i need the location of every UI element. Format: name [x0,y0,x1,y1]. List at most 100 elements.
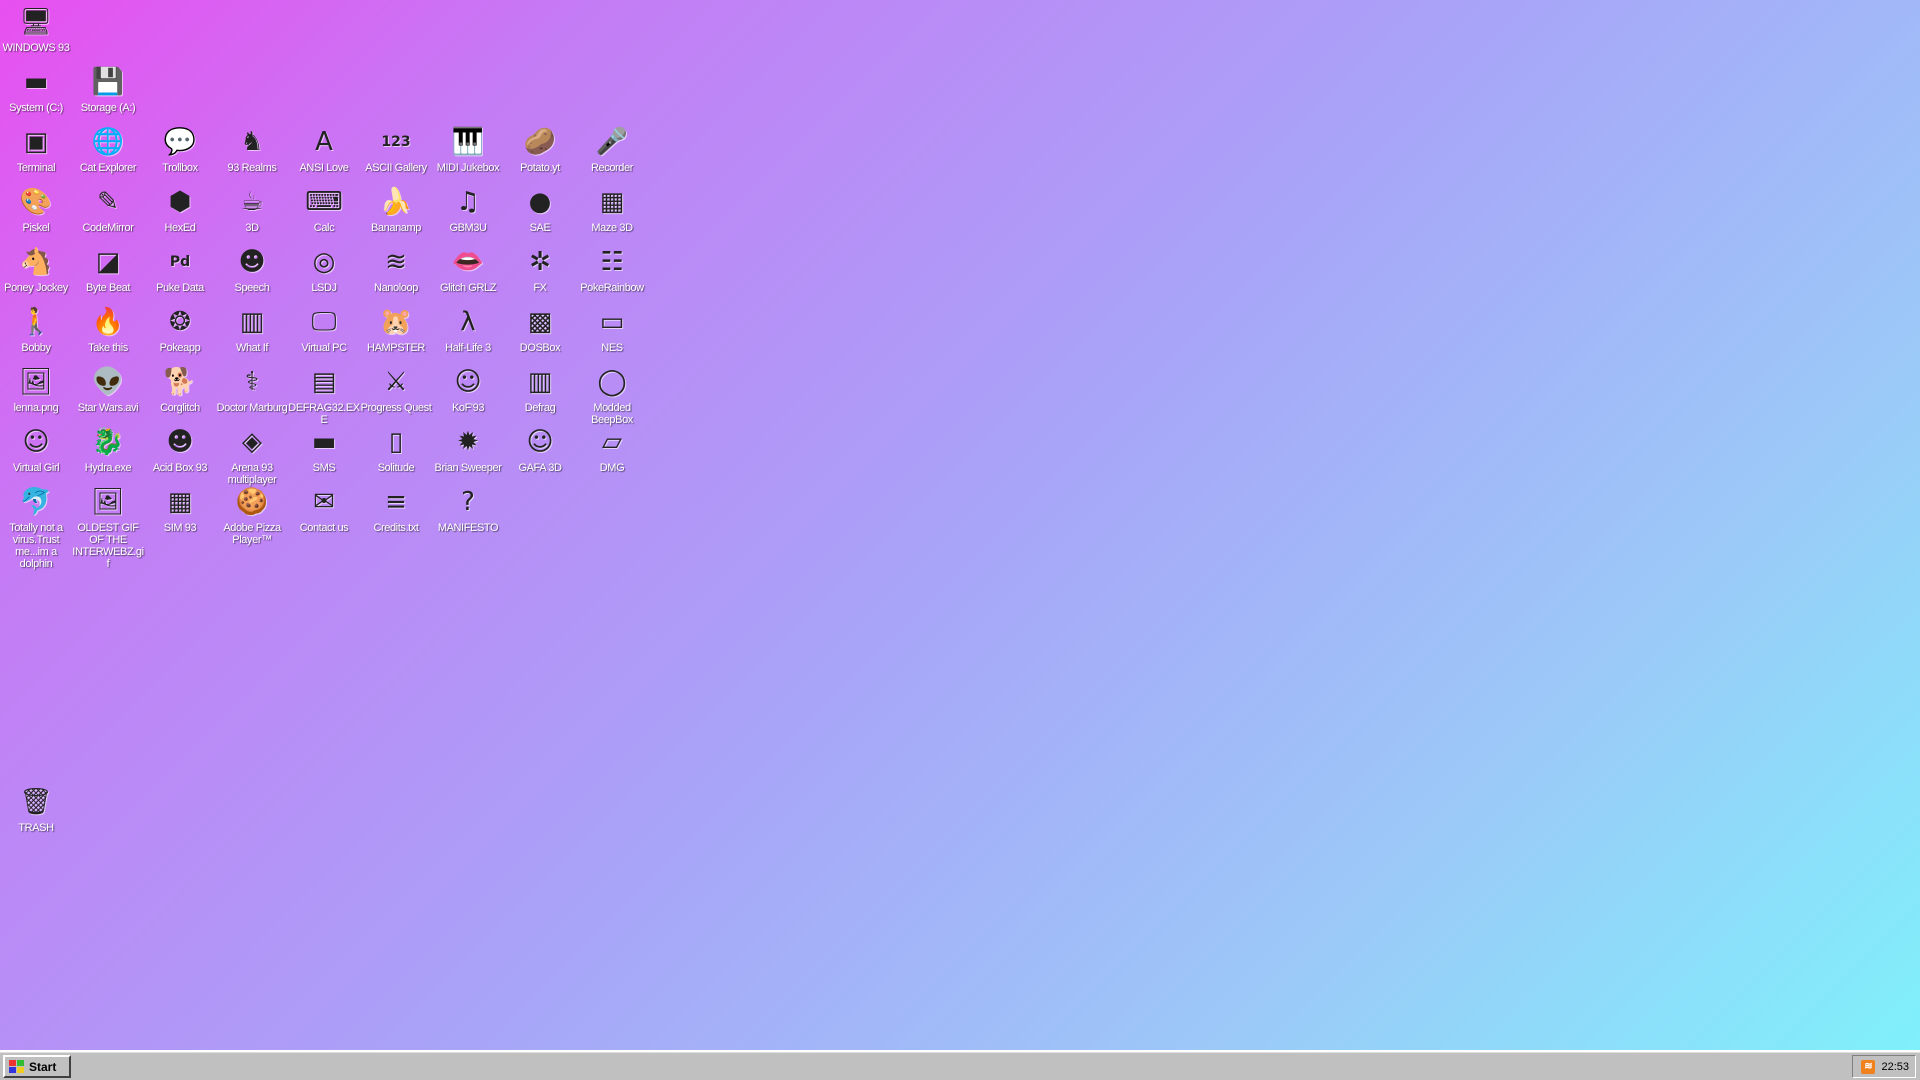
desktop-icon[interactable]: ▥ What If [216,304,288,354]
desktop-icon[interactable]: 🍌 Bananamp [360,184,432,234]
desktop-icon[interactable]: 🚶 Bobby [0,304,72,354]
pure-data-icon: Pd [169,254,191,270]
speech-face-icon: ☻ [238,247,266,277]
desktop-icon[interactable]: 🖼 OLDEST GIF OF THE INTERWEBZ.gif [72,484,144,570]
desktop-icon[interactable]: ◎ LSDJ [288,244,360,294]
desktop-icon-label: MANIFESTO [437,522,499,534]
rss-icon[interactable]: ≋ [1861,1059,1876,1074]
desktop-icon[interactable]: 🖵 Virtual PC [288,304,360,354]
desktop-icon-label: Calc [313,222,335,234]
desktop-icon[interactable]: ⬢ HexEd [144,184,216,234]
desktop-icon[interactable]: 🔥 Take this [72,304,144,354]
desktop-icon-label: NES [601,342,623,354]
desktop-icon[interactable]: ● SAE [504,184,576,234]
desktop-icon-label: Defrag [524,402,556,414]
banana-icon: 🍌 [379,187,413,217]
desktop-icon[interactable]: ≋ Nanoloop [360,244,432,294]
desktop-icon[interactable]: ❂ Pokeapp [144,304,216,354]
desktop-icon[interactable]: ◈ Arena 93 multiplayer [216,424,288,486]
desktop-icon[interactable]: ✹ Brian Sweeper [432,424,504,474]
desktop-icon[interactable]: ☺ GAFA 3D [504,424,576,474]
defrag-icon: ▥ [527,367,553,397]
desktop-icon[interactable]: ▦ Maze 3D [576,184,648,234]
desktop-icon[interactable]: ▩ DOSBox [504,304,576,354]
desktop-icon[interactable]: ▤ DEFRAG32.EXE [288,364,360,426]
desktop-icon-label: HexEd [164,222,196,234]
maze-icon: ▦ [599,187,625,217]
desktop-icon[interactable]: 🐉 Hydra.exe [72,424,144,474]
desktop-icon[interactable]: 🗑 TRASH [0,784,72,834]
dolphin-icon: 🐬 [19,487,53,517]
desktop-icon[interactable]: ✉ Contact us [288,484,360,534]
desktop-icon[interactable]: 🖼 lenna.png [0,364,72,414]
desktop-icon[interactable]: ☺ Virtual Girl [0,424,72,474]
desktop-icon[interactable]: ⚔ Progress Quest [360,364,432,414]
desktop-icon-label: Bananamp [370,222,421,234]
desktop-icon[interactable]: A ANSI Love [288,124,360,174]
ascii-icon: 123 [381,134,411,150]
desktop-icon[interactable]: ♞ 93 Realms [216,124,288,174]
desktop-icon[interactable]: 💬 Trollbox [144,124,216,174]
desktop-icon[interactable]: ⌨ Calc [288,184,360,234]
start-button[interactable]: Start [3,1055,71,1078]
desktop-icon[interactable]: ◪ Byte Beat [72,244,144,294]
desktop-icon[interactable]: ☻ Speech [216,244,288,294]
desktop-icon[interactable]: 🐬 Totally not a virus.Trust me...im a dol… [0,484,72,570]
desktop-icon-label: GBM3U [449,222,487,234]
desktop-icon[interactable]: 🥔 Potato.yt [504,124,576,174]
lsdj-icon: ◎ [312,247,336,277]
desktop-icon[interactable]: 🖥 WINDOWS 93 [0,4,72,54]
desktop-icon-label: SIM 93 [163,522,197,534]
desktop-icon[interactable]: ≡ Credits.txt [360,484,432,534]
desktop-icon[interactable]: ⚕ Doctor Marburg [216,364,288,414]
desktop-icon[interactable]: ☕ 3D [216,184,288,234]
desktop-icon[interactable]: ♫ GBM3U [432,184,504,234]
desktop-icon-label: 93 Realms [227,162,277,174]
desktop-icon-label: Terminal [16,162,56,174]
desktop-icon[interactable]: ✎ CodeMirror [72,184,144,234]
desktop-icon[interactable]: λ Half-Life 3 [432,304,504,354]
fire-creature-icon: 🔥 [91,307,125,337]
desktop-icon[interactable]: 123 ASCII Gallery [360,124,432,174]
lips-icon: 👄 [451,247,485,277]
desktop-icon[interactable]: ? MANIFESTO [432,484,504,534]
desktop-icon[interactable]: ◯ Modded BeepBox [576,364,648,426]
desktop-icon-label: Hydra.exe [84,462,132,474]
desktop-icon[interactable]: 🎨 Piskel [0,184,72,234]
desktop-icon-label: PokeRainbow [580,282,644,294]
desktop-icon[interactable]: ▬ SMS [288,424,360,474]
desktop-icon[interactable]: Pd Puke Data [144,244,216,294]
desktop-icon-label: Doctor Marburg [216,402,288,414]
desktop-icon[interactable]: ☺ KoF'93 [432,364,504,414]
desktop-icon[interactable]: ▥ Defrag [504,364,576,414]
portrait-icon: ☺ [22,427,50,457]
desktop-icon[interactable]: 💾 Storage (A:) [72,64,144,114]
desktop-icon-label: Virtual Girl [12,462,60,474]
desktop-icon[interactable]: 🐹 HAMPSTER [360,304,432,354]
desktop-icon[interactable]: 🎹 MIDI Jukebox [432,124,504,174]
globe-icon: 🌐 [91,127,125,157]
realms-icon: ♞ [240,127,264,157]
desktop-icon[interactable]: 🐕 Corglitch [144,364,216,414]
desktop-icon[interactable]: ▱ DMG [576,424,648,474]
desktop-icon[interactable]: ✲ FX [504,244,576,294]
desktop-icon[interactable]: ☷ PokeRainbow [576,244,648,294]
desktop-icon[interactable]: ▣ Terminal [0,124,72,174]
desktop-icon[interactable]: ▭ NES [576,304,648,354]
desktop-icon[interactable]: 🌐 Cat Explorer [72,124,144,174]
desktop-icon[interactable]: 🍪 Adobe Pizza Player™ [216,484,288,546]
desktop-icon[interactable]: ☻ Acid Box 93 [144,424,216,474]
desktop-icon[interactable]: ▬ System (C:) [0,64,72,114]
desktop-icon[interactable]: ▯ Solitude [360,424,432,474]
desktop-icon-label: Puke Data [156,282,204,294]
desktop: 🖥 WINDOWS 93 ▬ System (C:) 💾 Storage (A:) ▣ Ter… [0,0,1920,1050]
text-file-icon: ≡ [385,487,407,517]
desktop-icon[interactable]: 👄 Glitch GRLZ [432,244,504,294]
desktop-icon[interactable]: ▦ SIM 93 [144,484,216,534]
microphone-icon: 🎤 [595,127,629,157]
desktop-icon[interactable]: 🐴 Poney Jockey [0,244,72,294]
desktop-icon[interactable]: 👽 Star Wars.avi [72,364,144,414]
nes-console-icon: ▭ [599,307,625,337]
stick-figure-icon: 🚶 [19,307,53,337]
desktop-icon[interactable]: 🎤 Recorder [576,124,648,174]
